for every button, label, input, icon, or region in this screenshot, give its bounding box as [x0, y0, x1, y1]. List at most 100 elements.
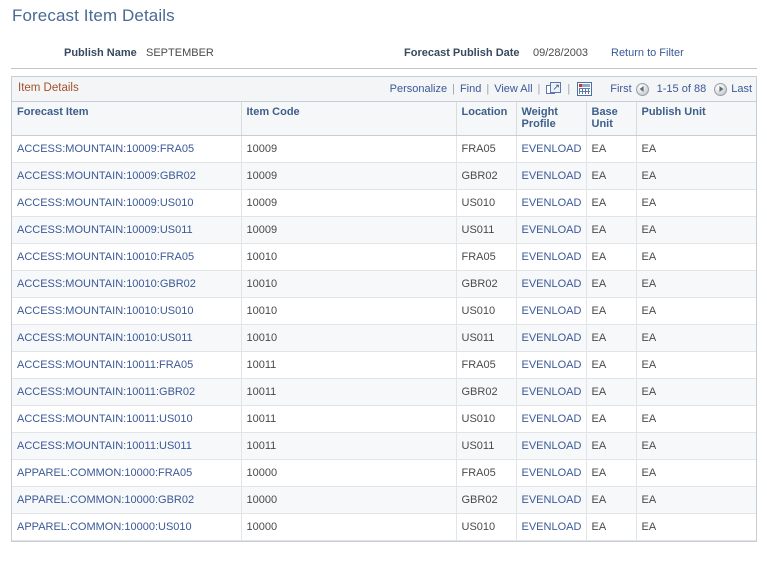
location-value: US011	[461, 332, 495, 344]
weight-profile-link[interactable]: EVENLOAD	[522, 170, 582, 182]
forecast-item-link[interactable]: ACCESS:MOUNTAIN:10009:GBR02	[17, 170, 196, 182]
weight-profile-link[interactable]: EVENLOAD	[522, 224, 582, 236]
view-all-link[interactable]: View All	[493, 83, 533, 95]
weight-profile-link[interactable]: EVENLOAD	[522, 521, 582, 533]
forecast-item-link[interactable]: ACCESS:MOUNTAIN:10011:GBR02	[17, 386, 195, 398]
item-code-value: 10000	[246, 521, 278, 533]
publish-unit-value: EA	[641, 467, 657, 479]
location-value-cell: US010	[456, 513, 517, 541]
weight-profile-link[interactable]: EVENLOAD	[522, 467, 582, 479]
weight-profile-link[interactable]: EVENLOAD	[522, 386, 582, 398]
weight-profile-link[interactable]: EVENLOAD	[522, 359, 582, 371]
location-value: US011	[461, 224, 495, 236]
forecast-item-link[interactable]: ACCESS:MOUNTAIN:10010:FRA05	[17, 251, 194, 263]
column-header-location[interactable]: Location	[456, 102, 517, 136]
find-link[interactable]: Find	[459, 83, 482, 95]
forecast-item-link[interactable]: ACCESS:MOUNTAIN:10011:FRA05	[17, 359, 193, 371]
next-page-icon[interactable]	[714, 82, 728, 96]
expand-window-icon[interactable]: ↗	[546, 82, 562, 96]
location-value: GBR02	[461, 386, 498, 398]
publish-unit-value: EA	[641, 197, 657, 209]
forecast-item-link-cell: ACCESS:MOUNTAIN:10011:US010	[12, 405, 242, 433]
download-grid-icon[interactable]	[577, 82, 593, 96]
header-info-line: Publish Name SEPTEMBER Forecast Publish …	[0, 43, 767, 65]
publish-unit-value: EA	[641, 305, 657, 317]
publish-unit-value-cell: EA	[636, 324, 756, 352]
weight-profile-link-cell: EVENLOAD	[516, 486, 587, 514]
previous-page-icon[interactable]	[635, 82, 649, 96]
weight-profile-link[interactable]: EVENLOAD	[522, 197, 582, 209]
header-divider	[11, 68, 757, 69]
base-unit-value: EA	[591, 143, 607, 155]
item-code-value-cell: 10011	[241, 378, 457, 406]
item-code-value-cell: 10000	[241, 459, 457, 487]
forecast-item-link[interactable]: APPAREL:COMMON:10000:US010	[17, 521, 192, 533]
base-unit-value-cell: EA	[586, 432, 637, 460]
last-page-link[interactable]: Last	[731, 83, 752, 95]
base-unit-value-cell: EA	[586, 297, 637, 325]
grid-toolbar: Item Details Personalize | Find | View A…	[12, 76, 756, 102]
base-unit-value: EA	[591, 359, 607, 371]
base-unit-value: EA	[591, 386, 607, 398]
weight-profile-link[interactable]: EVENLOAD	[522, 494, 582, 506]
publish-name-label: Publish Name	[64, 47, 137, 59]
weight-profile-link[interactable]: EVENLOAD	[522, 440, 582, 452]
weight-profile-link[interactable]: EVENLOAD	[522, 143, 582, 155]
forecast-item-link[interactable]: ACCESS:MOUNTAIN:10010:US010	[17, 305, 193, 317]
forecast-item-link[interactable]: ACCESS:MOUNTAIN:10009:US010	[17, 197, 193, 209]
forecast-item-link[interactable]: ACCESS:MOUNTAIN:10011:US010	[17, 413, 193, 425]
base-unit-value: EA	[591, 413, 607, 425]
forecast-item-link[interactable]: ACCESS:MOUNTAIN:10010:US011	[17, 332, 193, 344]
location-value: GBR02	[461, 494, 498, 506]
base-unit-value-cell: EA	[586, 162, 637, 190]
toolbar-separator: |	[567, 83, 571, 95]
forecast-item-link[interactable]: APPAREL:COMMON:10000:GBR02	[17, 494, 194, 506]
weight-profile-link[interactable]: EVENLOAD	[522, 332, 582, 344]
table-row: ACCESS:MOUNTAIN:10009:GBR02 10009 GBR02 EVE…	[12, 162, 756, 190]
weight-profile-link[interactable]: EVENLOAD	[522, 305, 582, 317]
location-value: US011	[461, 440, 495, 452]
column-header-publish-unit[interactable]: Publish Unit	[636, 102, 756, 136]
forecast-item-details-page: Forecast Item Details Publish Name SEPTE…	[0, 0, 767, 563]
forecast-item-link[interactable]: ACCESS:MOUNTAIN:10009:FRA05	[17, 143, 194, 155]
base-unit-value: EA	[591, 521, 607, 533]
item-code-value-cell: 10011	[241, 432, 457, 460]
table-row: APPAREL:COMMON:10000:US010 10000 US010 EVEN…	[12, 513, 756, 541]
column-header-weight-profile[interactable]: Weight Profile	[516, 102, 587, 136]
weight-profile-link-cell: EVENLOAD	[516, 189, 587, 217]
column-header-base-unit[interactable]: Base Unit	[586, 102, 637, 136]
return-to-filter-link[interactable]: Return to Filter	[611, 47, 684, 59]
location-value: GBR02	[461, 278, 498, 290]
item-code-value: 10010	[246, 305, 278, 317]
publish-unit-value-cell: EA	[636, 297, 756, 325]
publish-unit-value: EA	[641, 359, 657, 371]
location-value-cell: US010	[456, 405, 517, 433]
base-unit-value: EA	[591, 278, 607, 290]
weight-profile-link[interactable]: EVENLOAD	[522, 278, 582, 290]
base-unit-value: EA	[591, 305, 607, 317]
weight-profile-link[interactable]: EVENLOAD	[522, 413, 582, 425]
item-code-value: 10009	[246, 224, 278, 236]
forecast-item-link[interactable]: ACCESS:MOUNTAIN:10011:US011	[17, 440, 192, 452]
table-row: ACCESS:MOUNTAIN:10009:US011 10009 US011 EVE…	[12, 216, 756, 244]
column-header-item-code[interactable]: Item Code	[241, 102, 457, 136]
location-value-cell: US010	[456, 189, 517, 217]
base-unit-value: EA	[591, 440, 607, 452]
item-code-value: 10010	[246, 332, 278, 344]
weight-profile-link[interactable]: EVENLOAD	[522, 251, 582, 263]
base-unit-value: EA	[591, 170, 607, 182]
forecast-item-link[interactable]: ACCESS:MOUNTAIN:10009:US011	[17, 224, 193, 236]
table-row: ACCESS:MOUNTAIN:10009:FRA05 10009 FRA05 EVE…	[12, 135, 756, 163]
weight-profile-link-cell: EVENLOAD	[516, 351, 587, 379]
personalize-link[interactable]: Personalize	[389, 83, 448, 95]
download-icon-cells	[579, 88, 591, 94]
publish-unit-value: EA	[641, 170, 657, 182]
first-page-link[interactable]: First	[610, 83, 631, 95]
forecast-item-link-cell: ACCESS:MOUNTAIN:10011:US011	[12, 432, 242, 460]
column-header-forecast-item[interactable]: Forecast Item	[12, 102, 242, 136]
forecast-item-link[interactable]: APPAREL:COMMON:10000:FRA05	[17, 467, 192, 479]
publish-unit-value: EA	[641, 386, 657, 398]
next-arrow-glyph	[719, 86, 724, 92]
forecast-item-link[interactable]: ACCESS:MOUNTAIN:10010:GBR02	[17, 278, 196, 290]
location-value-cell: FRA05	[456, 459, 517, 487]
